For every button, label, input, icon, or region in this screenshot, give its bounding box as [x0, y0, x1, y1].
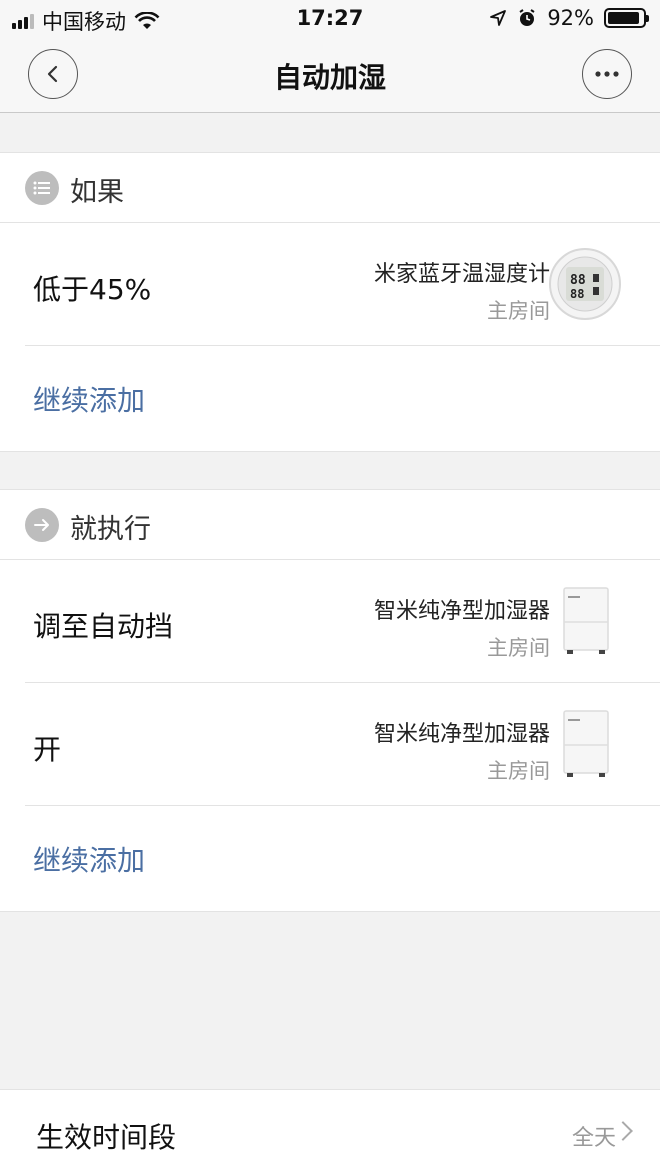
- action-label: 开: [33, 733, 62, 766]
- status-right: 92%: [489, 6, 649, 30]
- humidifier-image: [563, 587, 609, 654]
- status-bar: 中国移动 17:27 92%: [0, 0, 660, 36]
- add-action-link[interactable]: 继续添加: [33, 839, 145, 879]
- action-row[interactable]: 开 智米纯净型加湿器 主房间: [25, 683, 660, 806]
- then-section-title: 就执行: [70, 514, 151, 545]
- battery-icon: [604, 8, 649, 28]
- add-condition-row[interactable]: 继续添加: [0, 346, 660, 451]
- humidifier-image: [563, 710, 609, 777]
- nav-bar: 自动加湿: [0, 36, 660, 113]
- more-options-button[interactable]: [582, 49, 632, 99]
- condition-label: 低于45%: [33, 273, 152, 306]
- if-section-header: 如果: [0, 153, 660, 223]
- add-condition-link[interactable]: 继续添加: [33, 379, 145, 419]
- device-name: 智米纯净型加湿器: [373, 722, 550, 747]
- battery-percentage: 92%: [547, 6, 594, 30]
- add-action-row[interactable]: 继续添加: [0, 806, 660, 911]
- device-room: 主房间: [487, 759, 550, 783]
- action-label: 调至自动挡: [33, 610, 174, 643]
- thermo-hygrometer-image: 88 88: [549, 248, 621, 320]
- alarm-clock-icon: [519, 9, 535, 26]
- arrow-right-icon: [25, 508, 59, 542]
- if-section-title: 如果: [70, 177, 124, 208]
- svg-text:88: 88: [570, 273, 586, 288]
- then-section: 就执行 调至自动挡 智米纯净型加湿器 主房间 开 智米纯净型加湿器 主房间 继续…: [0, 489, 660, 912]
- list-icon: [25, 171, 59, 205]
- action-row[interactable]: 调至自动挡 智米纯净型加湿器 主房间: [25, 560, 660, 683]
- effective-time-label: 生效时间段: [36, 1121, 177, 1154]
- more-dots-icon: [595, 71, 619, 77]
- device-room: 主房间: [487, 299, 550, 323]
- device-name: 米家蓝牙温湿度计: [373, 262, 550, 287]
- then-section-header: 就执行: [0, 490, 660, 560]
- svg-text:88: 88: [570, 287, 584, 301]
- page-title: 自动加湿: [273, 61, 386, 94]
- effective-time-row[interactable]: 生效时间段 全天: [0, 1089, 660, 1174]
- chevron-right-icon: [613, 1121, 633, 1141]
- device-room: 主房间: [487, 636, 550, 660]
- device-name: 智米纯净型加湿器: [373, 599, 550, 624]
- effective-time-value: 全天: [571, 1126, 616, 1151]
- condition-row[interactable]: 低于45% 米家蓝牙温湿度计 主房间 88 88: [25, 223, 660, 346]
- location-arrow-icon: [490, 10, 507, 26]
- if-section: 如果 低于45% 米家蓝牙温湿度计 主房间 88 88 继续添加: [0, 152, 660, 452]
